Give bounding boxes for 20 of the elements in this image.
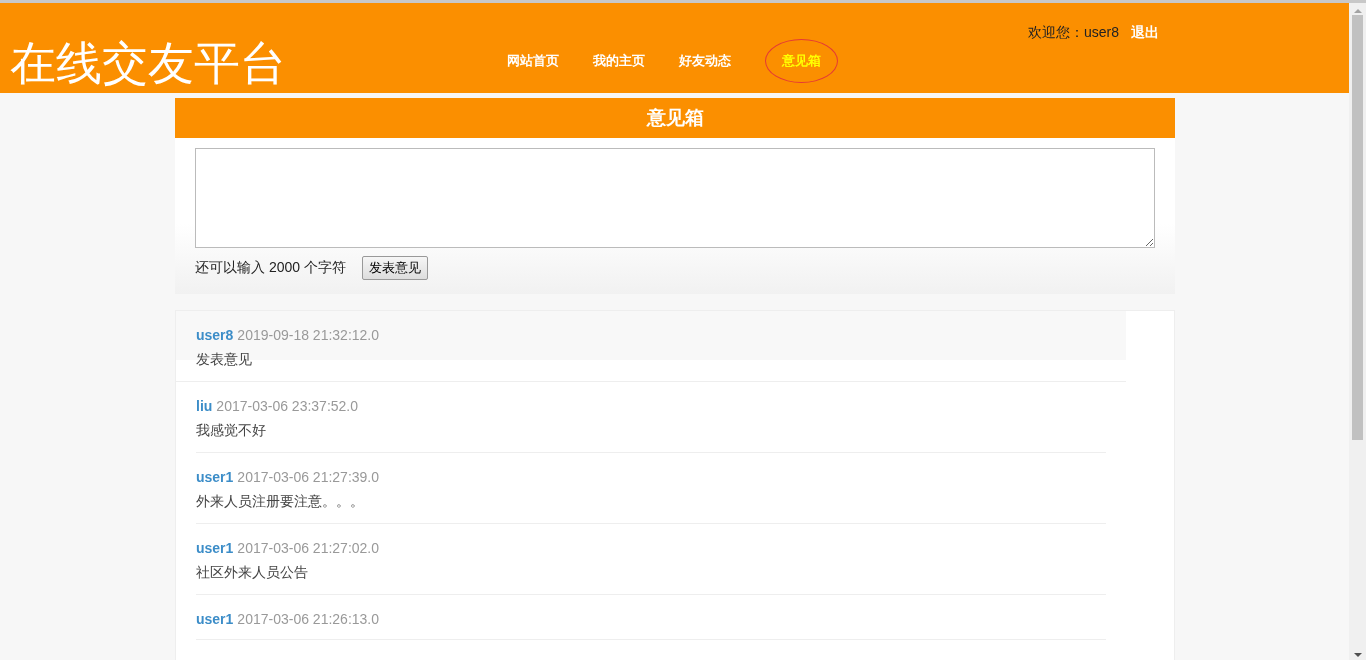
post-text: 发表意见 (196, 351, 253, 369)
post-text: 社区外来人员公告 (196, 564, 309, 582)
post-meta: user1 2017-03-06 21:26:13.0 (196, 611, 381, 627)
post-text: 外来人员注册要注意。。。 (196, 493, 365, 511)
post-meta: user8 2019-09-18 21:32:12.0 (196, 327, 381, 343)
submit-button[interactable]: 发表意见 (361, 256, 428, 280)
post-meta: user1 2017-03-06 21:27:02.0 (196, 540, 381, 556)
site-title: 在线交友平台 (10, 36, 287, 91)
post-meta: user1 2017-03-06 21:27:39.0 (196, 469, 381, 485)
scrollbar[interactable] (1349, 3, 1366, 660)
post-meta: liu 2017-03-06 23:37:52.0 (196, 398, 360, 414)
nav-link[interactable]: 网站首页 (490, 51, 576, 83)
post-text: 我感觉不好 (196, 422, 267, 440)
welcome-text: 欢迎您：user8 (1027, 24, 1119, 42)
nav-link[interactable]: 好友动态 (662, 51, 748, 83)
nav-link[interactable]: 我的主页 (576, 51, 662, 83)
logout-link[interactable]: 退出 (1131, 24, 1159, 42)
feedback-input-field[interactable] (195, 148, 1155, 248)
char-count-hint: 还可以输入 2000 个字符 (195, 259, 346, 277)
panel-title: 意见箱 (175, 98, 1175, 138)
